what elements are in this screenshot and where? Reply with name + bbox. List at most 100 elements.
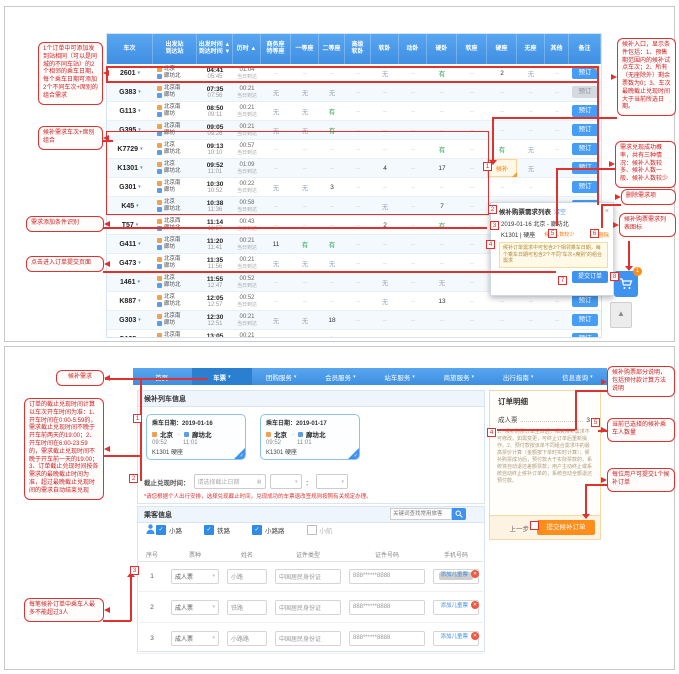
checkbox-icon[interactable]: ✓ bbox=[156, 525, 166, 535]
chevron-down-icon[interactable] bbox=[138, 336, 141, 338]
previous-step-button[interactable]: 上一步 bbox=[510, 523, 530, 533]
column-header[interactable]: 车次 bbox=[107, 34, 153, 64]
marker-5: 5 bbox=[548, 229, 557, 238]
chevron-down-icon[interactable] bbox=[138, 317, 141, 323]
book-button[interactable]: 预订 bbox=[572, 333, 598, 338]
checkbox-icon[interactable]: ✓ bbox=[252, 525, 262, 535]
delete-passenger-icon[interactable] bbox=[471, 632, 479, 640]
book-button[interactable]: 预订 bbox=[572, 314, 598, 326]
book-button[interactable]: 预订 bbox=[572, 295, 598, 307]
add-child-ticket-link[interactable]: 添加儿童票 bbox=[440, 601, 468, 609]
checkbox-icon[interactable] bbox=[307, 525, 317, 535]
seat-hard-waitlist-cell[interactable]: -- bbox=[487, 311, 517, 329]
chevron-down-icon[interactable] bbox=[138, 298, 141, 304]
quick-passenger-checkbox[interactable]: ✓ 小路路 bbox=[252, 525, 285, 535]
add-child-ticket-link[interactable]: 添加儿童票 bbox=[440, 632, 468, 640]
column-header[interactable]: 动卧 bbox=[399, 34, 427, 64]
column-header[interactable]: 硬卧 bbox=[427, 34, 457, 64]
nav-item[interactable]: 会员服务 bbox=[311, 368, 370, 385]
deadline-hour-select[interactable]: ▾ bbox=[270, 474, 302, 489]
nav-item[interactable]: 车票 bbox=[192, 368, 251, 385]
waitlist-demand-card-1[interactable]: 乘车日期：2019-01-16 北京 → 廊坊北 09:5211:01 K130… bbox=[146, 414, 246, 460]
column-header[interactable]: 出发站到达站 bbox=[153, 34, 197, 64]
column-header[interactable]: 备注 bbox=[569, 34, 601, 64]
submit-waitlist-order-button[interactable]: 提交候补订单 bbox=[537, 520, 595, 535]
train-number-link[interactable]: G473 bbox=[119, 260, 136, 267]
book-button[interactable]: 预订 bbox=[572, 105, 598, 117]
book-button[interactable]: 预订 bbox=[572, 143, 598, 155]
column-header[interactable]: 高级软卧 bbox=[345, 34, 371, 64]
chevron-down-icon[interactable] bbox=[138, 279, 141, 285]
chevron-down-icon[interactable] bbox=[138, 260, 141, 266]
train-number-link[interactable]: G411 bbox=[119, 241, 136, 248]
book-button[interactable]: 预订 bbox=[572, 124, 598, 136]
chevron-down-icon[interactable] bbox=[138, 108, 141, 114]
id-number-input[interactable]: 888******8888 bbox=[349, 600, 425, 615]
name-input[interactable]: 小路路 bbox=[227, 631, 267, 646]
seat-hard-waitlist-cell[interactable]: -- bbox=[487, 330, 517, 338]
annotation-line bbox=[130, 576, 132, 621]
train-number-link[interactable]: K887 bbox=[119, 298, 136, 305]
nav-item[interactable]: 站车服务 bbox=[370, 368, 429, 385]
seat-hard-waitlist-cell[interactable]: -- bbox=[487, 178, 517, 196]
nav-item[interactable]: 商旅服务 bbox=[429, 368, 488, 385]
delete-passenger-icon[interactable] bbox=[471, 570, 479, 578]
column-header[interactable]: 二等座 bbox=[319, 34, 345, 64]
close-icon[interactable]: × bbox=[605, 208, 609, 215]
book-button[interactable]: 预订 bbox=[572, 181, 598, 193]
quick-passenger-checkbox[interactable]: ✓ 小路 bbox=[156, 525, 182, 535]
name-input[interactable]: 铁路 bbox=[227, 600, 267, 615]
id-type-select[interactable]: 中国居民身份证 bbox=[275, 631, 341, 646]
id-type-select[interactable]: 中国居民身份证 bbox=[275, 600, 341, 615]
search-button[interactable] bbox=[452, 508, 466, 520]
book-button[interactable]: 预订 bbox=[572, 67, 598, 79]
chevron-down-icon[interactable] bbox=[138, 89, 141, 95]
name-input[interactable]: 小路 bbox=[227, 569, 267, 584]
column-header[interactable]: 一等座 bbox=[291, 34, 319, 64]
annotation-delete-item: 删除需求项 bbox=[621, 189, 676, 205]
column-header[interactable]: 出发时间 ▲到达时间 ▼ bbox=[197, 34, 233, 64]
column-header[interactable]: 硬座 bbox=[487, 34, 517, 64]
chevron-down-icon[interactable] bbox=[138, 70, 141, 76]
train-number-link[interactable]: G303 bbox=[119, 317, 136, 324]
add-child-ticket-link[interactable]: 添加儿童票 bbox=[440, 570, 468, 578]
quick-passenger-checkbox[interactable]: 小航 bbox=[307, 525, 333, 535]
train-number-link[interactable]: G113 bbox=[119, 108, 136, 115]
delete-demand-link[interactable]: 删除 bbox=[598, 231, 609, 239]
id-type-select[interactable]: 中国居民身份证 bbox=[275, 569, 341, 584]
train-number-link[interactable]: 1461 bbox=[120, 279, 136, 286]
column-header[interactable]: 软座 bbox=[457, 34, 487, 64]
book-button[interactable]: 预订 bbox=[572, 86, 598, 98]
train-number-link[interactable]: G383 bbox=[119, 89, 136, 96]
column-header[interactable]: 无座 bbox=[517, 34, 545, 64]
train-number-link[interactable]: G135 bbox=[119, 336, 136, 339]
nav-item[interactable]: 信息查询 bbox=[548, 368, 607, 385]
delete-passenger-icon[interactable] bbox=[471, 601, 479, 609]
nav-item[interactable]: 团购服务 bbox=[252, 368, 311, 385]
id-number-input[interactable]: 888******8888 bbox=[349, 569, 425, 584]
ticket-type-select[interactable]: 成人票▾ bbox=[171, 631, 219, 646]
scroll-to-top-button[interactable]: ▲ bbox=[610, 302, 632, 328]
annotation-demand-combo: 候补需求车次+席别组合 bbox=[38, 126, 103, 150]
seat-hard-waitlist-cell[interactable]: -- bbox=[487, 83, 517, 101]
checkbox-icon[interactable]: ✓ bbox=[204, 525, 214, 535]
chevron-down-icon[interactable] bbox=[138, 241, 141, 247]
ticket-type-select[interactable]: 成人票▾ bbox=[171, 600, 219, 615]
train-number-link[interactable]: 2601 bbox=[120, 70, 136, 77]
submit-order-button[interactable]: 提交订单 bbox=[572, 271, 608, 283]
deadline-minute-select[interactable]: ▾ bbox=[316, 474, 348, 489]
deadline-date-select[interactable]: 请选择截止日期▦ bbox=[194, 474, 266, 489]
seat-second: 有 bbox=[319, 235, 345, 253]
marker-7: 7 bbox=[558, 276, 567, 285]
column-header[interactable]: 历时 ▲ bbox=[233, 34, 261, 64]
passenger-search-input[interactable] bbox=[390, 508, 452, 520]
nav-item[interactable]: 首页 bbox=[133, 368, 192, 385]
quick-passenger-checkbox[interactable]: ✓ 铁路 bbox=[204, 525, 230, 535]
seat-soft-sleeper: -- bbox=[371, 235, 399, 253]
nav-item[interactable]: 出行指南 bbox=[489, 368, 548, 385]
ticket-type-select[interactable]: 成人票▾ bbox=[171, 569, 219, 584]
id-number-input[interactable]: 888******8888 bbox=[349, 631, 425, 646]
column-header[interactable]: 商务座特等座 bbox=[261, 34, 291, 64]
column-header[interactable]: 其他 bbox=[545, 34, 569, 64]
column-header[interactable]: 软卧 bbox=[371, 34, 399, 64]
